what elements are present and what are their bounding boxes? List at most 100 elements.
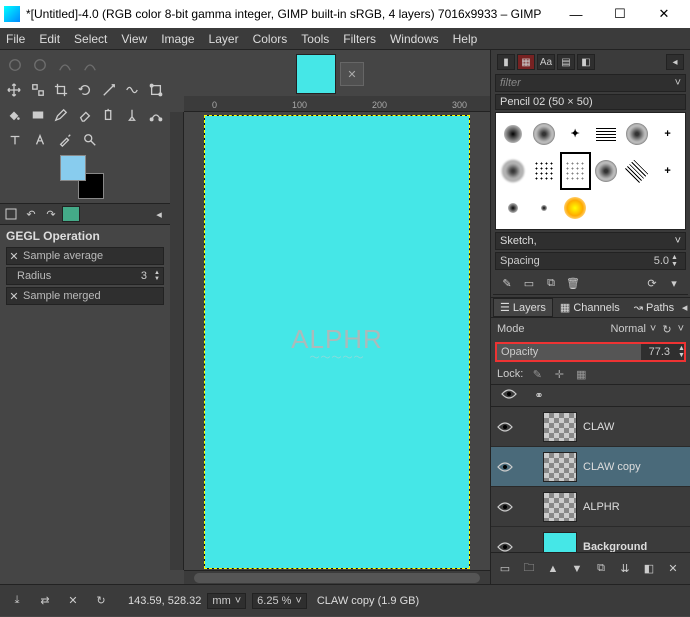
lock-alpha-icon[interactable]: ▦ xyxy=(573,366,589,382)
duplicate-layer-icon[interactable]: ⧉ xyxy=(591,560,611,578)
brush-spacing-slider[interactable]: Spacing 5.0 ▲▼ xyxy=(495,252,686,270)
close-image-button[interactable]: ✕ xyxy=(340,62,364,86)
brush-cell[interactable]: + xyxy=(652,115,683,152)
ruler-vertical[interactable] xyxy=(170,112,184,570)
menu-file[interactable]: File xyxy=(6,32,25,46)
brush-cell[interactable]: ✦ xyxy=(560,115,591,152)
brushes-tab[interactable]: ▮ xyxy=(497,54,515,70)
menu-help[interactable]: Help xyxy=(453,32,478,46)
brush-menu-icon[interactable]: ▾ xyxy=(664,274,684,292)
sample-average-checkbox[interactable]: ✕ xyxy=(7,250,21,263)
dock-tab-options[interactable] xyxy=(2,206,20,222)
dock-tab-undo[interactable]: ↷ xyxy=(42,206,60,222)
smudge-tool[interactable] xyxy=(122,104,143,126)
layer-thumbnail[interactable] xyxy=(543,492,577,522)
brush-cell[interactable] xyxy=(498,115,529,152)
path-tool[interactable] xyxy=(145,104,166,126)
brush-cell[interactable] xyxy=(621,115,652,152)
brush-cell[interactable] xyxy=(498,152,529,189)
layer-name[interactable]: Background xyxy=(583,541,686,553)
fonts-tab[interactable]: Aa xyxy=(537,54,555,70)
eye-icon[interactable] xyxy=(499,389,519,402)
dock-tab-images[interactable] xyxy=(62,206,80,222)
eraser-tool[interactable] xyxy=(75,104,96,126)
brush-del-icon[interactable]: 🗑 xyxy=(563,274,583,292)
menu-windows[interactable]: Windows xyxy=(390,32,439,46)
link-icon[interactable]: ⚭ xyxy=(529,389,549,402)
menu-colors[interactable]: Colors xyxy=(253,32,288,46)
brush-cell[interactable] xyxy=(529,190,560,227)
patterns-tab[interactable]: ▦ xyxy=(517,54,535,70)
crop-tool[interactable] xyxy=(51,79,72,101)
save-icon[interactable]: ⤓ xyxy=(6,591,28,611)
close-button[interactable]: ✕ xyxy=(642,0,686,28)
layer-row[interactable]: ALPHR xyxy=(491,487,690,527)
layer-row[interactable]: CLAW copy xyxy=(491,447,690,487)
gradient-tab[interactable]: ◧ xyxy=(577,54,595,70)
brush-tag-filter[interactable]: Sketch,˅ xyxy=(495,232,686,250)
minimize-button[interactable]: — xyxy=(554,0,598,28)
brush-grid[interactable]: ✦ + + xyxy=(495,112,686,230)
brush-cell[interactable] xyxy=(652,190,683,227)
layer-visibility-toggle[interactable] xyxy=(495,542,515,552)
transform-tool[interactable] xyxy=(98,79,119,101)
merge-layer-icon[interactable]: ⇊ xyxy=(615,560,635,578)
gradient-tool[interactable] xyxy=(28,104,49,126)
menu-image[interactable]: Image xyxy=(161,32,194,46)
menu-layer[interactable]: Layer xyxy=(209,32,239,46)
radius-spinner[interactable]: ▲▼ xyxy=(151,270,163,282)
layer-thumbnail[interactable] xyxy=(543,452,577,482)
units-select[interactable]: mm˅ xyxy=(207,593,246,609)
layer-row[interactable]: Background xyxy=(491,527,690,552)
raise-layer-icon[interactable]: ▲ xyxy=(543,560,563,578)
dock-menu-button[interactable]: ◂ xyxy=(681,301,688,314)
opacity-slider[interactable]: Opacity 77.3 ▲▼ xyxy=(495,342,686,362)
layer-row[interactable]: CLAW xyxy=(491,407,690,447)
pencil-tool[interactable] xyxy=(51,104,72,126)
menu-tools[interactable]: Tools xyxy=(301,32,329,46)
brush-cell[interactable] xyxy=(621,152,652,189)
text-tool-a[interactable] xyxy=(29,129,51,151)
dock-tab-device[interactable]: ↶ xyxy=(22,206,40,222)
sample-merged-checkbox[interactable]: ✕ xyxy=(7,290,21,303)
tab-channels[interactable]: ▦Channels xyxy=(553,298,627,317)
brush-cell[interactable] xyxy=(591,190,622,227)
dock-menu-button[interactable]: ◂ xyxy=(150,206,168,222)
brush-cell[interactable] xyxy=(560,190,591,227)
brush-cell[interactable]: + xyxy=(652,152,683,189)
horizontal-scrollbar[interactable] xyxy=(184,570,490,584)
sample-average-row[interactable]: ✕ Sample average xyxy=(6,247,164,265)
layer-visibility-toggle[interactable] xyxy=(495,502,515,512)
new-layer-icon[interactable]: ▭ xyxy=(495,560,515,578)
layer-thumbnail[interactable] xyxy=(543,412,577,442)
brush-new-icon[interactable]: ▭ xyxy=(519,274,539,292)
layer-thumbnail[interactable] xyxy=(543,532,577,553)
brush-cell[interactable] xyxy=(498,190,529,227)
radius-row[interactable]: Radius 3 ▲▼ xyxy=(6,267,164,285)
zoom-tool[interactable] xyxy=(79,129,101,151)
brush-dup-icon[interactable]: ⧉ xyxy=(541,274,561,292)
layer-group-icon[interactable]: 🗀 xyxy=(519,560,539,578)
delete-layer-icon[interactable]: ✕ xyxy=(663,560,683,578)
tab-paths[interactable]: ↝Paths xyxy=(627,298,681,317)
radius-value[interactable]: 3 xyxy=(137,270,151,282)
revert-icon[interactable]: ⇄ xyxy=(34,591,56,611)
layer-name[interactable]: ALPHR xyxy=(583,501,686,513)
brush-cell[interactable] xyxy=(591,152,622,189)
lower-layer-icon[interactable]: ▼ xyxy=(567,560,587,578)
brush-cell[interactable] xyxy=(529,152,560,189)
brush-cell-selected[interactable] xyxy=(560,152,591,189)
canvas-viewport[interactable]: ALPHR ～～～～～ xyxy=(184,112,490,570)
dock-menu-right[interactable]: ◂ xyxy=(666,54,684,70)
brush-filter-input[interactable]: filter ˅ xyxy=(495,74,686,92)
mask-layer-icon[interactable]: ◧ xyxy=(639,560,659,578)
text-tool[interactable] xyxy=(4,129,26,151)
brush-cell[interactable] xyxy=(621,190,652,227)
zoom-select[interactable]: 6.25 %˅ xyxy=(252,593,307,609)
warp-tool[interactable] xyxy=(122,79,143,101)
fg-color-swatch[interactable] xyxy=(60,155,86,181)
bucket-tool[interactable] xyxy=(4,104,25,126)
menu-view[interactable]: View xyxy=(121,32,147,46)
maximize-button[interactable]: ☐ xyxy=(598,0,642,28)
brush-edit-icon[interactable]: ✎ xyxy=(497,274,517,292)
